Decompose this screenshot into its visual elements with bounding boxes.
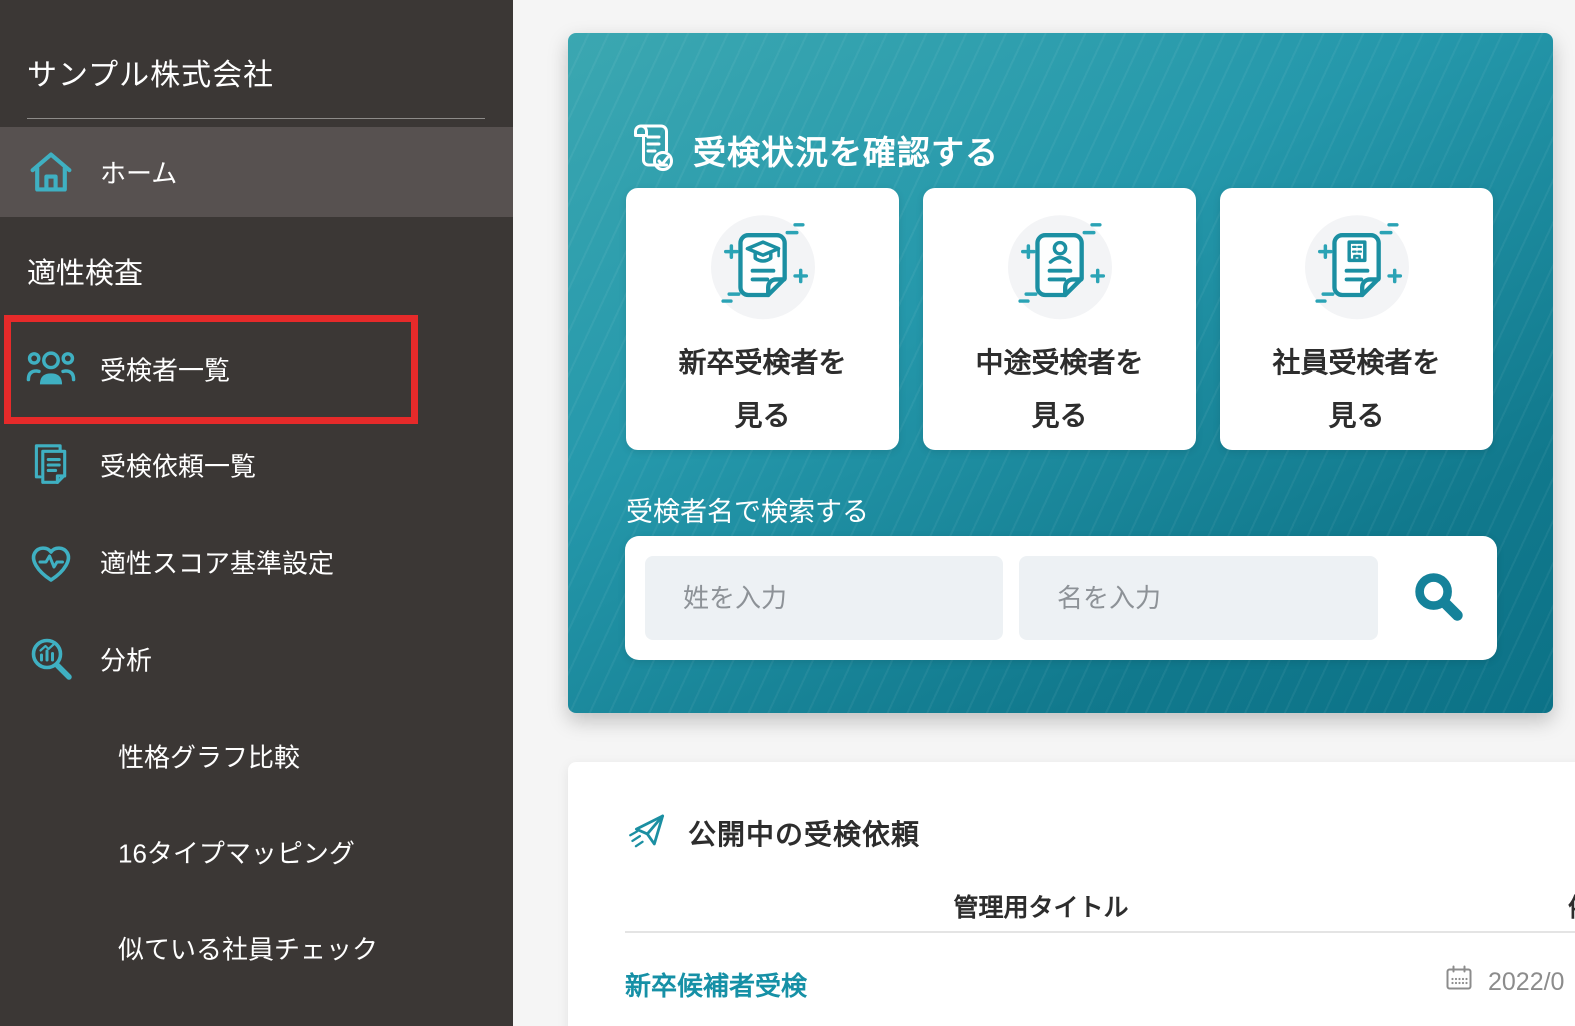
heart-pulse-icon: [26, 537, 76, 587]
request-row-link[interactable]: 新卒候補者受検: [625, 966, 807, 1003]
sidebar-subitem-label: 似ている社員チェック: [118, 930, 378, 967]
sidebar-subitem-similar-employee[interactable]: 似ている社員チェック: [0, 920, 513, 976]
card-label-line2: 見る: [923, 394, 1196, 434]
status-panel-title-text: 受検状況を確認する: [693, 126, 999, 174]
sidebar-subitem-16type-mapping[interactable]: 16タイプマッピング: [0, 824, 513, 880]
last-name-input[interactable]: [645, 556, 1003, 640]
shortcut-cards: 新卒受検者を 見る: [626, 188, 1493, 450]
requests-panel-title-text: 公開中の受検依頼: [688, 813, 920, 853]
card-midcareer-examinees[interactable]: 中途受検者を 見る: [923, 188, 1196, 450]
card-label-line1: 中途受検者を: [923, 341, 1196, 381]
document-person-icon: [995, 204, 1125, 334]
sidebar-item-label: 適性スコア基準設定: [100, 544, 334, 581]
sidebar-subitem-personality-graph[interactable]: 性格グラフ比較: [0, 728, 513, 784]
status-panel: 受検状況を確認する: [568, 33, 1553, 713]
request-row-date: 2022/0: [1488, 968, 1564, 997]
users-icon: [26, 344, 76, 394]
home-icon: [26, 147, 76, 197]
search-button[interactable]: [1407, 566, 1471, 630]
card-label-line2: 見る: [1220, 394, 1493, 434]
calendar-icon: [1445, 964, 1473, 997]
card-label-line1: 社員受検者を: [1220, 341, 1493, 381]
card-label-line2: 見る: [626, 394, 899, 434]
requests-panel: 公開中の受検依頼 管理用タイトル 依頼日 新卒候補者受検 2022/0: [568, 762, 1575, 1026]
analysis-magnifier-icon: [26, 634, 76, 684]
table-header-divider: [625, 931, 1575, 933]
document-graduate-icon: [698, 204, 828, 334]
scroll-check-icon: [625, 121, 675, 178]
examinee-search-box: [625, 536, 1497, 660]
paper-plane-icon: [625, 808, 667, 857]
sidebar-item-request-list[interactable]: 受検依頼一覧: [0, 420, 513, 510]
search-icon: [1411, 569, 1467, 628]
requests-panel-title: 公開中の受検依頼: [625, 808, 920, 857]
sidebar-item-analysis[interactable]: 分析: [0, 614, 513, 704]
status-panel-title: 受検状況を確認する: [625, 121, 999, 178]
document-building-icon: [1292, 204, 1422, 334]
card-label-line1: 新卒受検者を: [626, 341, 899, 381]
documents-icon: [26, 440, 76, 490]
sidebar-subitem-label: 16タイプマッピング: [118, 834, 355, 871]
sidebar-item-label: ホーム: [100, 154, 177, 191]
card-employee-examinees[interactable]: 社員受検者を 見る: [1220, 188, 1493, 450]
sidebar-divider: [27, 118, 485, 119]
column-header-admin-title: 管理用タイトル: [625, 888, 1457, 924]
card-newgrad-examinees[interactable]: 新卒受検者を 見る: [626, 188, 899, 450]
sidebar-item-label: 分析: [100, 641, 152, 678]
sidebar-item-label: 受検依頼一覧: [100, 447, 256, 484]
sidebar-item-score-settings[interactable]: 適性スコア基準設定: [0, 517, 513, 607]
sidebar-item-label: 受検者一覧: [100, 351, 230, 388]
sidebar-item-examinee-list[interactable]: 受検者一覧: [0, 324, 513, 414]
company-name: サンプル株式会社: [27, 50, 274, 94]
sidebar: サンプル株式会社 ホーム 適性検査: [0, 0, 513, 1026]
app-root: サンプル株式会社 ホーム 適性検査: [0, 0, 1575, 1026]
first-name-input[interactable]: [1019, 556, 1378, 640]
sidebar-subitem-label: 性格グラフ比較: [118, 738, 300, 775]
sidebar-section-label: 適性検査: [27, 250, 143, 292]
column-header-request-date: 依頼日: [1568, 888, 1575, 924]
search-section-label: 受検者名で検索する: [626, 490, 869, 529]
sidebar-item-home[interactable]: ホーム: [0, 127, 513, 217]
